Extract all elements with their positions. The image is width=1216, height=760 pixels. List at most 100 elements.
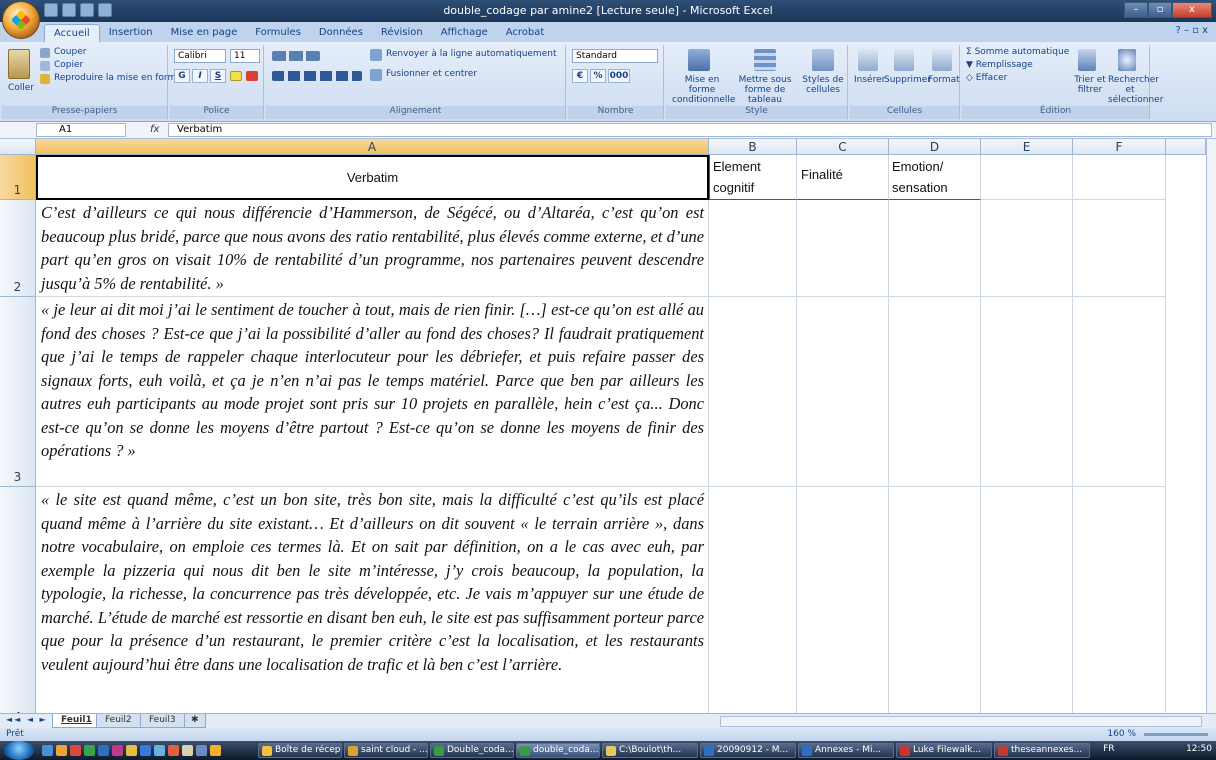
column-header-b[interactable]: B <box>709 139 797 155</box>
show-desktop-icon[interactable] <box>42 745 53 756</box>
taskbar-item-filewalker[interactable]: Luke Filewalk... <box>896 743 992 758</box>
quicklaunch-icon[interactable] <box>56 745 67 756</box>
start-button[interactable] <box>4 741 34 760</box>
clock[interactable]: 12:50 <box>1186 744 1212 754</box>
quicklaunch-icon[interactable] <box>84 745 95 756</box>
find-select-button[interactable]: Rechercher et sélectionner <box>1108 75 1163 105</box>
fill-button[interactable]: ▼ Remplissage <box>966 60 1033 70</box>
horizontal-align-icons[interactable] <box>272 71 362 81</box>
insert-sheet-icon[interactable]: ✱ <box>184 714 206 728</box>
quicklaunch-icon[interactable] <box>210 745 221 756</box>
row-header-4[interactable]: 4 <box>0 487 36 713</box>
quicklaunch-icon[interactable] <box>182 745 193 756</box>
cell-d1[interactable]: Emotion/ sensation <box>889 155 981 200</box>
number-format-select[interactable]: Standard <box>572 49 658 63</box>
quicklaunch-icon[interactable] <box>112 745 123 756</box>
cell-a1[interactable]: Verbatim <box>36 155 709 200</box>
sheet-tab-feuil2[interactable]: Feuil2 <box>96 714 141 728</box>
format-button[interactable]: Format <box>928 75 960 85</box>
cell-e2[interactable] <box>981 200 1073 297</box>
fill-color-icon[interactable] <box>230 71 242 81</box>
quicklaunch-icon[interactable] <box>154 745 165 756</box>
taskbar-item-outlook[interactable]: Boîte de récep... <box>258 743 342 758</box>
column-header-f[interactable]: F <box>1073 139 1166 155</box>
tab-mise-en-page[interactable]: Mise en page <box>162 24 247 42</box>
select-all-corner[interactable] <box>0 139 36 155</box>
sheet-tab-feuil3[interactable]: Feuil3 <box>140 714 185 728</box>
office-button[interactable] <box>2 1 40 39</box>
cell-e3[interactable] <box>981 297 1073 487</box>
language-indicator[interactable]: FR <box>1103 744 1114 754</box>
cell-d4[interactable] <box>889 487 981 713</box>
cell-c1[interactable]: Finalité <box>797 155 889 200</box>
vertical-align-icons[interactable] <box>272 51 320 61</box>
taskbar-item-theseannexes[interactable]: theseannexes... <box>994 743 1090 758</box>
tab-affichage[interactable]: Affichage <box>432 24 497 42</box>
font-family-select[interactable]: Calibri <box>174 49 226 63</box>
bold-button[interactable]: G <box>174 69 190 83</box>
merge-center-button[interactable]: Fusionner et centrer <box>386 69 477 79</box>
column-header-a[interactable]: A <box>36 139 709 155</box>
taskbar-item-browser[interactable]: saint cloud - ... <box>344 743 428 758</box>
underline-button[interactable]: S <box>210 69 226 83</box>
row-header-2[interactable]: 2 <box>0 200 36 297</box>
currency-button[interactable]: € <box>572 69 588 83</box>
cell-c3[interactable] <box>797 297 889 487</box>
quicklaunch-icon[interactable] <box>126 745 137 756</box>
cell-c4[interactable] <box>797 487 889 713</box>
column-header-e[interactable]: E <box>981 139 1073 155</box>
tab-accueil[interactable]: Accueil <box>44 24 100 42</box>
column-header-g[interactable] <box>1166 139 1206 155</box>
cell-styles-button[interactable]: Styles de cellules <box>800 75 846 95</box>
cell-f3[interactable] <box>1073 297 1166 487</box>
maximize-button[interactable]: ▫ <box>1148 2 1172 18</box>
format-painter-button[interactable]: Reproduire la mise en forme <box>54 73 182 83</box>
column-header-d[interactable]: D <box>889 139 981 155</box>
autosum-button[interactable]: Σ Somme automatique <box>966 47 1069 57</box>
delete-button[interactable]: Supprimer <box>884 75 931 85</box>
tab-formules[interactable]: Formules <box>246 24 310 42</box>
insert-button[interactable]: Insérer <box>854 75 885 85</box>
cell-a2[interactable]: C’est d’ailleurs ce qui nous différencie… <box>36 200 709 297</box>
font-color-icon[interactable] <box>246 71 258 81</box>
row-header-3[interactable]: 3 <box>0 297 36 487</box>
formula-input[interactable]: Verbatim <box>168 123 1212 137</box>
cell-b1[interactable]: Element cognitif <box>709 155 797 200</box>
italic-button[interactable]: I <box>192 69 208 83</box>
name-box[interactable]: A1 <box>36 123 126 137</box>
taskbar-item-excel-2[interactable]: double_coda... <box>516 743 600 758</box>
tab-revision[interactable]: Révision <box>372 24 432 42</box>
quicklaunch-icon[interactable] <box>168 745 179 756</box>
taskbar-item-folder[interactable]: C:\Boulot\th... <box>602 743 698 758</box>
tab-insertion[interactable]: Insertion <box>100 24 162 42</box>
sheet-tab-feuil1[interactable]: Feuil1 <box>52 714 101 728</box>
column-header-c[interactable]: C <box>797 139 889 155</box>
cut-button[interactable]: Couper <box>54 47 86 57</box>
wrap-text-button[interactable]: Renvoyer à la ligne automatiquement <box>386 49 556 59</box>
zoom-slider[interactable] <box>1144 733 1208 736</box>
cell-f2[interactable] <box>1073 200 1166 297</box>
cell-f1[interactable] <box>1073 155 1166 200</box>
cell-d2[interactable] <box>889 200 981 297</box>
horizontal-scrollbar[interactable] <box>720 716 1202 727</box>
clear-button[interactable]: ◇ Effacer <box>966 73 1007 83</box>
paste-icon[interactable] <box>8 49 30 79</box>
minimize-button[interactable]: – <box>1124 2 1148 18</box>
cell-d3[interactable] <box>889 297 981 487</box>
cell-b4[interactable] <box>709 487 797 713</box>
paste-button[interactable]: Coller <box>8 83 34 93</box>
cell-b3[interactable] <box>709 297 797 487</box>
fx-icon[interactable]: fx <box>150 124 159 135</box>
percent-button[interactable]: % <box>590 69 606 83</box>
taskbar-item-word-2[interactable]: Annexes - Mi... <box>798 743 894 758</box>
font-size-select[interactable]: 11 <box>230 49 260 63</box>
tab-donnees[interactable]: Données <box>310 24 372 42</box>
help-icon[interactable]: ? – ▫ x <box>1175 25 1208 36</box>
close-button[interactable]: x <box>1172 2 1212 18</box>
taskbar-item-word-1[interactable]: 20090912 - M... <box>700 743 796 758</box>
quicklaunch-icon[interactable] <box>140 745 151 756</box>
cell-f4[interactable] <box>1073 487 1166 713</box>
quicklaunch-icon[interactable] <box>196 745 207 756</box>
zoom-level[interactable]: 160 % <box>1107 729 1136 739</box>
cell-e4[interactable] <box>981 487 1073 713</box>
